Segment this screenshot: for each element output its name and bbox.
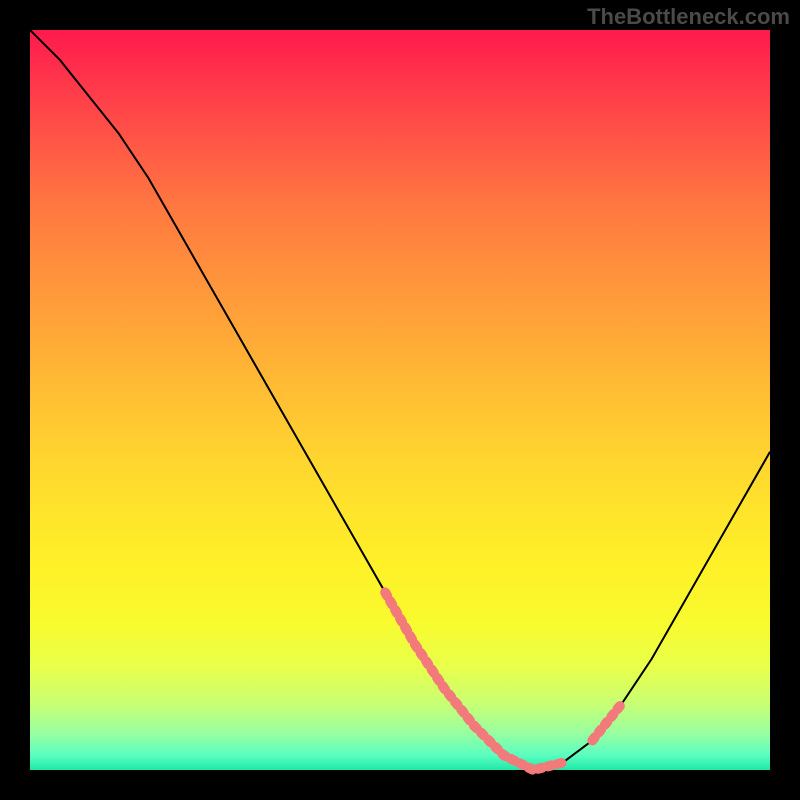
highlight-left-shoulder [385, 592, 474, 725]
highlight-right-shoulder [592, 703, 622, 740]
watermark-text: TheBottleneck.com [587, 4, 790, 30]
highlight-group [385, 592, 622, 770]
highlight-valley-floor [474, 726, 563, 770]
bottleneck-curve [30, 30, 770, 770]
plot-area [30, 30, 770, 770]
chart-frame: TheBottleneck.com [0, 0, 800, 800]
curve-layer [30, 30, 770, 770]
